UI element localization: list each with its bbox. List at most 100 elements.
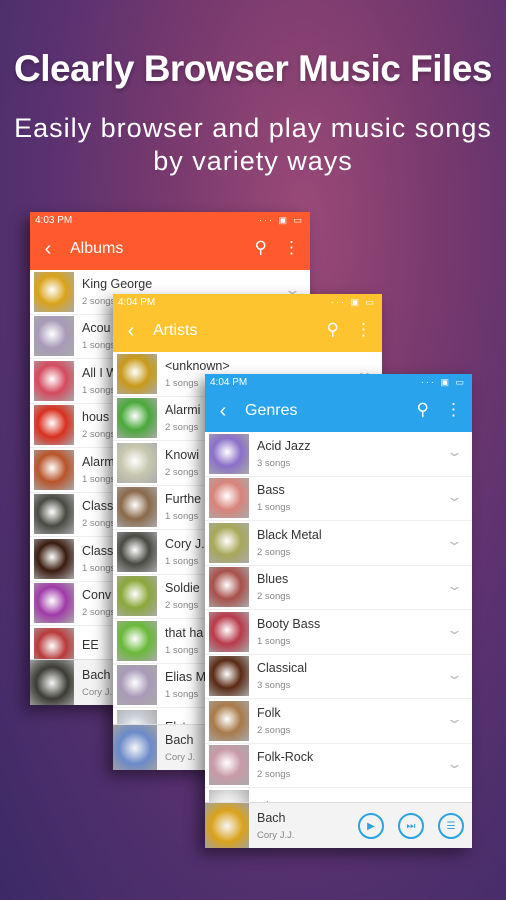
search-icon[interactable]: ⚲ [255, 238, 267, 258]
list-item[interactable]: Booty Bass 1 songs ⌄ [205, 610, 472, 655]
chevron-left-icon[interactable]: ‹ [113, 320, 149, 343]
now-playing-artist: Cory J. [165, 751, 196, 763]
item-count: 1 songs [165, 511, 199, 523]
thumbnail [117, 576, 157, 617]
status-icons: ··· ▣ ▭ [259, 215, 304, 225]
item-count: 1 songs [82, 473, 116, 485]
item-name: <unknown> [165, 358, 230, 373]
item-count: 3 songs [257, 680, 291, 692]
item-name: King George [82, 276, 153, 291]
chevron-down-icon[interactable]: ⌄ [446, 667, 463, 683]
item-count: 2 songs [82, 518, 116, 530]
thumbnail [209, 745, 249, 786]
subheadline: Easily browser and play music songs by v… [14, 113, 492, 176]
item-name: Conv [82, 588, 112, 603]
item-count: 1 songs [165, 644, 199, 656]
item-name: hous [82, 410, 110, 425]
item-name: Booty Bass [257, 616, 321, 631]
item-count: 1 songs [257, 502, 291, 514]
item-name: that ha [165, 625, 204, 640]
thumbnail [209, 700, 249, 741]
chevron-down-icon[interactable]: ⌄ [446, 711, 463, 727]
thumbnail [209, 522, 249, 563]
screen-title: Genres [245, 402, 298, 419]
item-name: Furthe [165, 492, 202, 507]
item-name: Class [82, 543, 114, 558]
chevron-left-icon[interactable]: ‹ [205, 400, 241, 423]
item-count: 2 songs [257, 591, 291, 603]
list-item[interactable]: Folk-Rock 2 songs ⌄ [205, 744, 472, 788]
now-playing-art [30, 659, 74, 705]
now-playing-title: Bach [257, 810, 286, 825]
screen-title: Albums [70, 240, 124, 257]
chevron-down-icon[interactable]: ⌄ [446, 756, 463, 772]
chevron-down-icon[interactable]: ⌄ [446, 444, 463, 460]
thumbnail [117, 487, 157, 528]
item-name: Classical [257, 661, 308, 676]
chevron-down-icon[interactable]: ⌄ [446, 622, 463, 638]
list-item[interactable]: Black Metal 2 songs ⌄ [205, 521, 472, 566]
item-count: 3 songs [257, 457, 291, 469]
status-time: 4:04 PM [210, 377, 248, 388]
thumbnail [209, 478, 249, 519]
headline: Clearly Browser Music Files [14, 48, 492, 89]
chevron-down-icon[interactable]: ⌄ [446, 533, 463, 549]
chevron-down-icon[interactable]: ⌄ [446, 489, 463, 505]
thumbnail [34, 316, 74, 357]
mini-player[interactable]: Bach Cory J.J. ▶ ⏭ ☰ [205, 802, 472, 848]
thumbnail [117, 665, 157, 706]
item-count: 2 songs [82, 429, 116, 441]
status-time: 4:04 PM [118, 297, 156, 308]
item-count: 1 songs [257, 635, 291, 647]
skip-next-icon[interactable]: ⏭ [398, 813, 424, 839]
item-name: Class [82, 499, 114, 514]
status-bar: 4:04 PM ··· ▣ ▭ [205, 374, 472, 390]
list-item[interactable]: Folk 2 songs ⌄ [205, 699, 472, 744]
item-name: Blues [257, 572, 289, 587]
item-name: EE [82, 638, 99, 653]
item-count: 2 songs [257, 769, 291, 781]
thumbnail [117, 398, 157, 439]
status-bar: 4:03 PM ··· ▣ ▭ [30, 212, 310, 228]
toolbar: ‹ Genres ⚲ ⋮ [205, 390, 472, 432]
list-item[interactable]: Acid Jazz 3 songs ⌄ [205, 432, 472, 477]
thumbnail [34, 583, 74, 624]
item-name: Alarm [82, 454, 115, 469]
more-vertical-icon[interactable]: ⋮ [355, 320, 372, 340]
item-name: Black Metal [257, 527, 322, 542]
list-item[interactable]: Blues 2 songs ⌄ [205, 566, 472, 610]
toolbar: ‹ Artists ⚲ ⋮ [113, 310, 382, 352]
more-vertical-icon[interactable]: ⋮ [445, 400, 462, 420]
thumbnail [209, 433, 249, 474]
thumbnail [209, 567, 249, 608]
item-name: Acou [82, 321, 111, 336]
search-icon[interactable]: ⚲ [327, 320, 339, 340]
thumbnail [117, 442, 157, 483]
chevron-left-icon[interactable]: ‹ [30, 238, 66, 261]
thumbnail [34, 494, 74, 535]
now-playing-title: Bach [82, 667, 111, 682]
now-playing-artist: Cory J. [82, 686, 113, 698]
thumbnail [34, 538, 74, 579]
screen-title: Artists [153, 322, 198, 339]
search-icon[interactable]: ⚲ [417, 400, 429, 420]
playlist-icon[interactable]: ☰ [438, 813, 464, 839]
genres-screen: 4:04 PM ··· ▣ ▭ ‹ Genres ⚲ ⋮ Acid Jazz 3 son… [205, 374, 472, 848]
item-name: Folk-Rock [257, 750, 314, 765]
item-count: 1 songs [82, 562, 116, 574]
status-time: 4:03 PM [35, 215, 73, 226]
thumbnail [34, 271, 74, 312]
status-bar: 4:04 PM ··· ▣ ▭ [113, 294, 382, 310]
thumbnail [209, 656, 249, 697]
list-item[interactable]: Bass 1 songs ⌄ [205, 477, 472, 521]
thumbnail [117, 531, 157, 572]
item-count: 2 songs [257, 724, 291, 736]
play-icon[interactable]: ▶ [358, 813, 384, 839]
chevron-down-icon[interactable]: ⌄ [446, 578, 463, 594]
now-playing-artist: Cory J.J. [257, 829, 295, 841]
item-count: 2 songs [165, 600, 199, 612]
more-vertical-icon[interactable]: ⋮ [283, 238, 300, 258]
list-item[interactable]: Classical 3 songs ⌄ [205, 655, 472, 699]
thumbnail [209, 611, 249, 652]
status-icons: ··· ▣ ▭ [331, 297, 376, 307]
